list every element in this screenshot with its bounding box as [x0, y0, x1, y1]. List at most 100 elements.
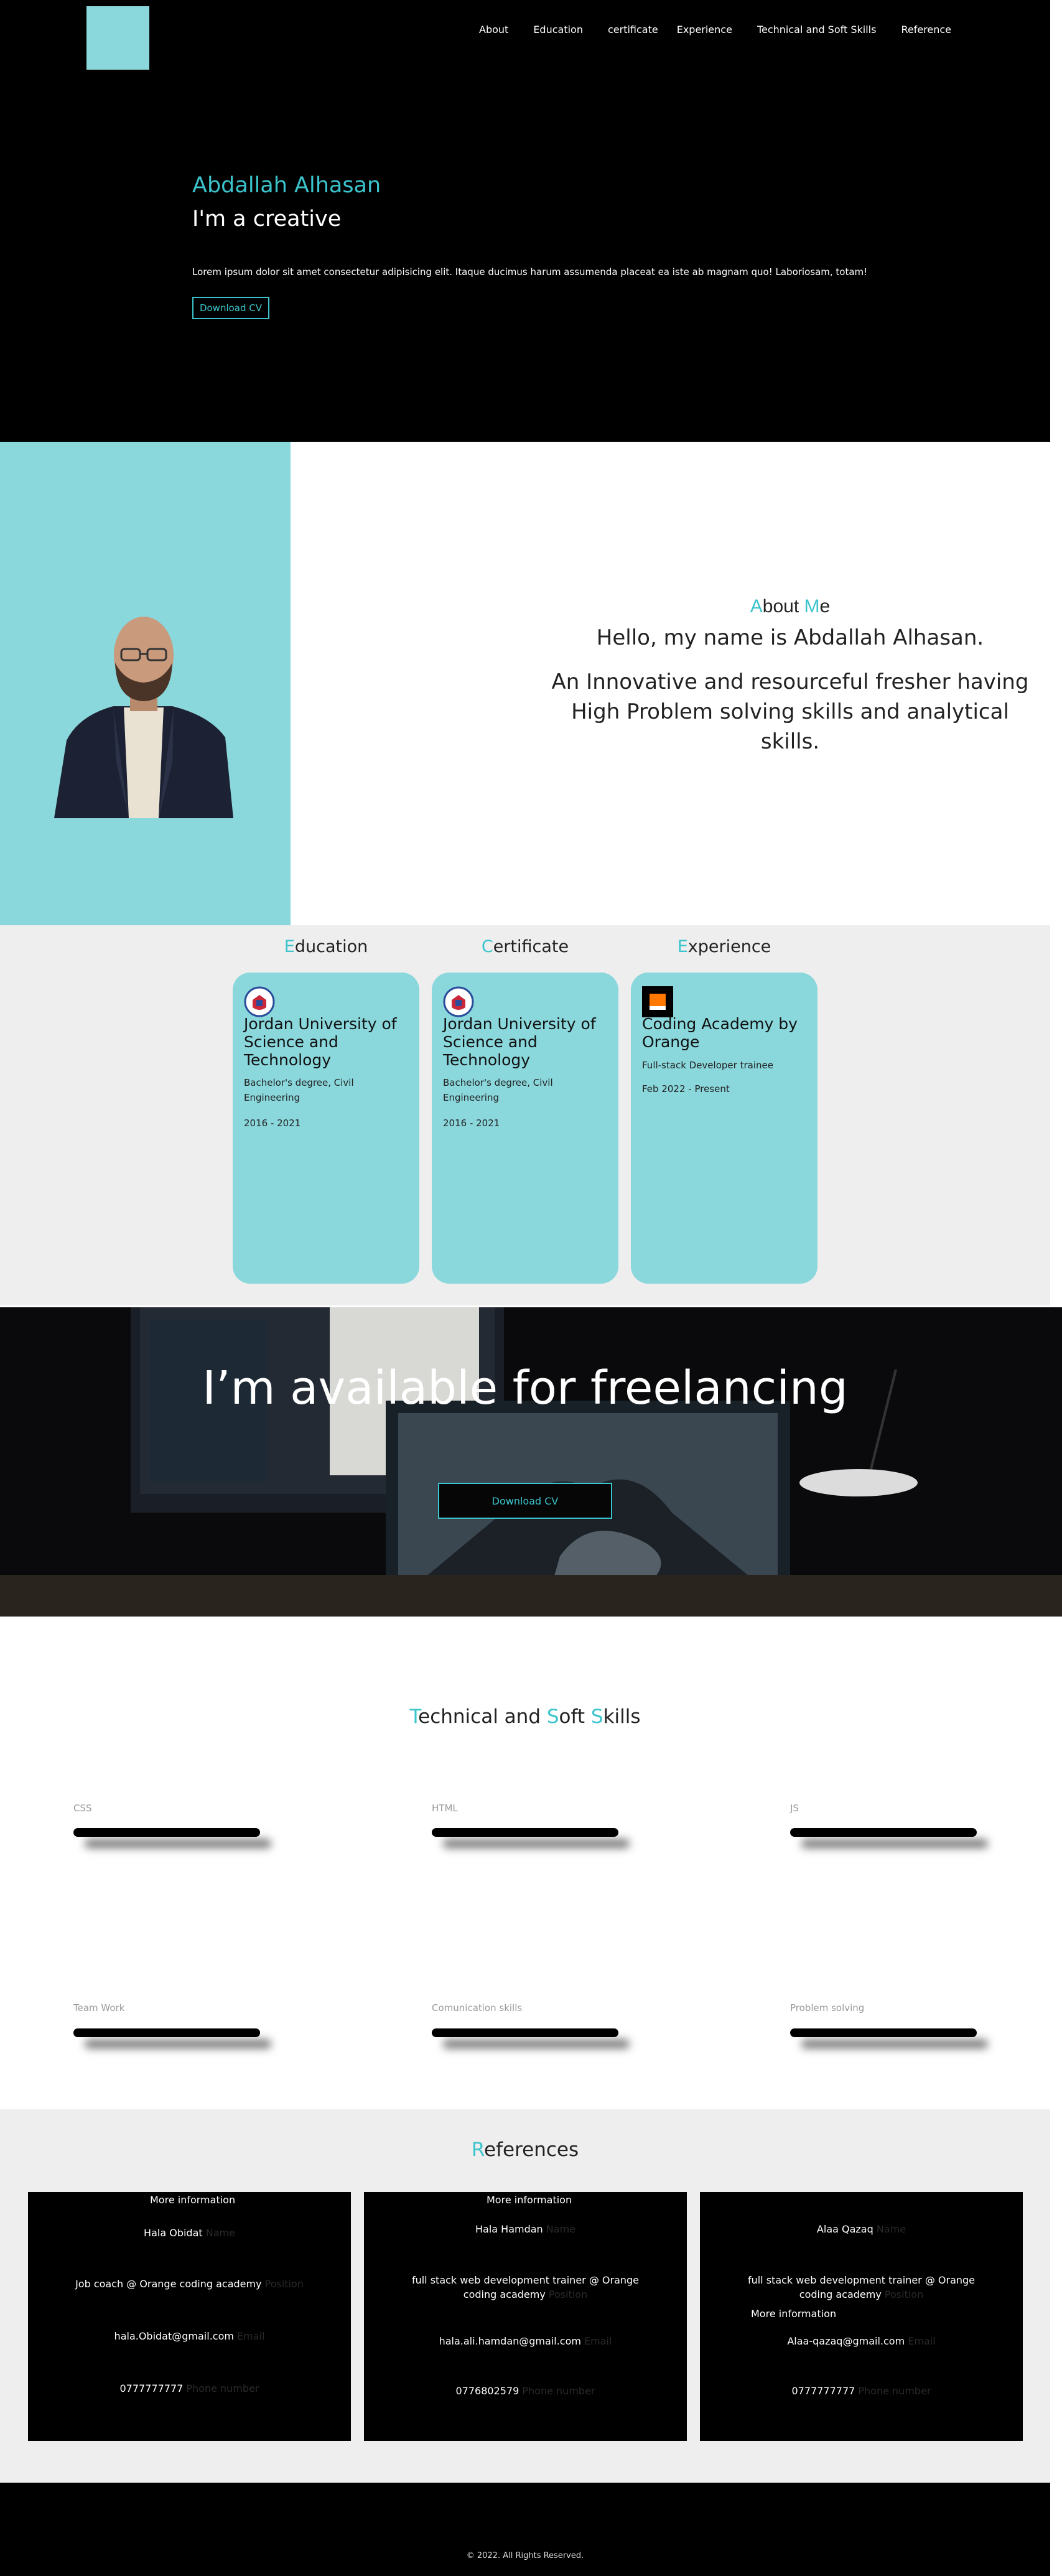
email-label: Email — [908, 2335, 936, 2347]
email-label: Email — [237, 2330, 265, 2342]
reference-name: Alaa Qazaq — [816, 2223, 873, 2235]
reference-email: hala.Obidat@gmail.com — [114, 2330, 234, 2342]
skill-label-team-work: Team Work — [73, 2002, 125, 2014]
reference-phone-row: 0777777777 Phone number — [28, 2382, 351, 2394]
footer-copyright: © 2022. All Rights Reserved. — [466, 2551, 584, 2560]
skills-title-initial-s1: S — [546, 1706, 559, 1728]
name-label: Name — [876, 2223, 906, 2235]
footer — [0, 2483, 1050, 2576]
hero-description: Lorem ipsum dolor sit amet consectetur a… — [192, 266, 868, 278]
nav-link-experience[interactable]: Experience — [677, 24, 732, 39]
card-subtitle: Bachelor's degree, Civil Engineering — [443, 1077, 553, 1103]
card-title: Jordan University of Science and Technol… — [443, 1015, 596, 1069]
university-crest-icon — [443, 986, 474, 1017]
education-title-rest: ducation — [294, 937, 368, 956]
references-title-initial: R — [471, 2139, 485, 2161]
skill-label-communication: Comunication skills — [432, 2002, 523, 2014]
freelance-banner — [0, 1307, 1062, 1617]
hero-tagline: I'm a creative — [192, 207, 342, 231]
email-label: Email — [584, 2335, 612, 2347]
reference-email-row: hala.Obidat@gmail.com Email — [28, 2330, 351, 2342]
skills-title-initial-s2: S — [590, 1706, 603, 1728]
reference-position-row: full stack web development trainer @ Ora… — [700, 2273, 1023, 2302]
reference-name: Hala Obidat — [144, 2227, 203, 2239]
skills-title-rest2: oft — [559, 1706, 591, 1728]
freelance-title: I’m available for freelancing — [202, 1361, 848, 1415]
experience-card: Coding Academy by Orange Full-stack Deve… — [631, 973, 817, 1284]
skills-title-initial-t: T — [409, 1706, 419, 1728]
hero-section — [0, 0, 1050, 442]
certificate-title: Certificate — [432, 937, 618, 956]
about-text: An Innovative and resourceful fresher ha… — [551, 670, 1029, 754]
reference-position-row: full stack web development trainer @ Ora… — [364, 2273, 687, 2302]
skill-bar-problem-solving — [790, 2028, 977, 2037]
references-title: References — [0, 2139, 1050, 2161]
certificate-card: Jordan University of Science and Technol… — [432, 973, 618, 1284]
hero-name: Abdallah Alhasan — [192, 173, 381, 198]
more-information-link[interactable]: More information — [150, 2194, 235, 2206]
skill-bar-team-work — [73, 2028, 260, 2037]
desk-background-image — [0, 1307, 1062, 1617]
education-card: Jordan University of Science and Technol… — [233, 973, 419, 1284]
about-title-rest2: e — [819, 596, 831, 617]
reference-position: Job coach @ Orange coding academy — [75, 2278, 262, 2290]
logo[interactable] — [86, 6, 149, 70]
skills-title: Technical and Soft Skills — [0, 1706, 1050, 1728]
position-label: Position — [264, 2278, 304, 2290]
reference-name-row: Alaa Qazaq Name — [700, 2223, 1023, 2235]
about-title-rest1: bout — [762, 596, 804, 617]
main-nav: About Education certificate Experience T… — [479, 24, 976, 39]
name-label: Name — [205, 2227, 235, 2239]
experience-title-initial: E — [677, 937, 688, 956]
card-date: Feb 2022 - Present — [642, 1083, 730, 1094]
nav-link-skills[interactable]: Technical and Soft Skills — [757, 24, 877, 39]
certificate-title-initial: C — [481, 937, 493, 956]
reference-name-row: Hala Obidat Name — [28, 2227, 351, 2239]
skill-bar-css — [73, 1828, 260, 1837]
reference-phone-row: 0777777777 Phone number — [700, 2385, 1023, 2397]
download-cv-button[interactable]: Download CV — [192, 297, 269, 319]
nav-link-certificate[interactable]: certificate — [608, 24, 658, 39]
skill-bar-html — [432, 1828, 618, 1837]
reference-email: hala.ali.hamdan@gmail.com — [439, 2335, 581, 2347]
reference-card: More information Hala Obidat Name Job co… — [28, 2192, 351, 2441]
skill-label-css: CSS — [73, 1803, 92, 1814]
skill-bar-communication — [432, 2028, 618, 2037]
more-information-link[interactable]: More information — [487, 2194, 572, 2206]
name-label: Name — [546, 2223, 575, 2235]
certificate-title-rest: ertificate — [493, 937, 569, 956]
reference-email-row: Alaa-qazaq@gmail.com Email — [700, 2335, 1023, 2347]
skills-title-rest3: kills — [603, 1706, 641, 1728]
card-title: Coding Academy by Orange — [642, 1015, 798, 1051]
education-title: Education — [233, 937, 419, 956]
education-title-initial: E — [284, 937, 295, 956]
about-hello: Hello, my name is Abdallah Alhasan. — [596, 625, 984, 650]
freelance-download-cv-button[interactable]: Download CV — [438, 1483, 612, 1519]
about-title: About Me — [622, 596, 958, 617]
card-date: 2016 - 2021 — [443, 1118, 500, 1129]
card-title: Jordan University of Science and Technol… — [244, 1015, 397, 1069]
profile-photo — [54, 617, 233, 818]
reference-card: More information Hala Hamdan Name full s… — [364, 2192, 687, 2441]
phone-label: Phone number — [522, 2385, 595, 2397]
about-title-initial-a: A — [750, 596, 763, 617]
reference-position: full stack web development trainer @ Ora… — [411, 2274, 640, 2300]
university-crest-icon — [244, 986, 275, 1017]
skill-bar-js — [790, 1828, 977, 1837]
more-information-link[interactable]: More information — [751, 2308, 836, 2320]
orange-logo-icon — [642, 986, 673, 1017]
skill-label-js: JS — [790, 1803, 799, 1814]
reference-phone-row: 0776802579 Phone number — [364, 2385, 687, 2397]
phone-label: Phone number — [858, 2385, 931, 2397]
reference-phone: 0777777777 — [791, 2385, 855, 2397]
reference-phone: 0777777777 — [119, 2382, 184, 2394]
nav-link-reference[interactable]: Reference — [901, 24, 951, 39]
skills-title-rest1: echnical and — [418, 1706, 547, 1728]
reference-card: Alaa Qazaq Name full stack web developme… — [700, 2192, 1023, 2441]
reference-name-row: Hala Hamdan Name — [364, 2223, 687, 2235]
card-subtitle: Full-stack Developer trainee — [642, 1060, 773, 1071]
position-label: Position — [884, 2289, 924, 2300]
nav-link-education[interactable]: Education — [533, 24, 583, 39]
experience-title-rest: xperience — [687, 937, 771, 956]
nav-link-about[interactable]: About — [479, 24, 508, 39]
